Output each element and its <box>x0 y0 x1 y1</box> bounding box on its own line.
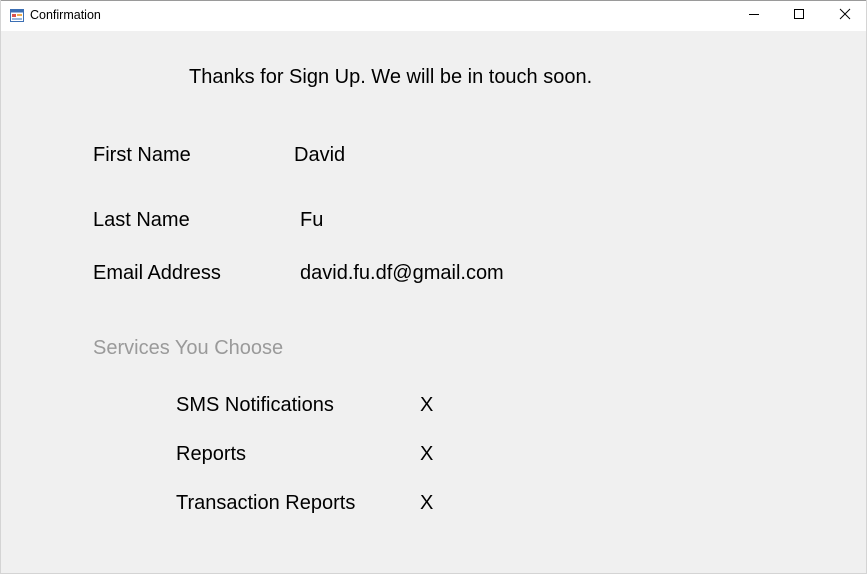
service-mark-reports: X <box>420 443 434 465</box>
window-title: Confirmation <box>30 8 101 22</box>
last-name-label: Last Name <box>93 209 190 231</box>
last-name-value: Fu <box>300 209 324 231</box>
service-mark-sms-notifications: X <box>420 394 434 416</box>
service-label-transaction-reports: Transaction Reports <box>176 492 356 514</box>
close-button[interactable] <box>822 1 867 31</box>
confirmation-heading: Thanks for Sign Up. We will be in touch … <box>189 66 593 88</box>
app-icon <box>10 9 24 22</box>
first-name-value: David <box>294 144 346 166</box>
service-mark-transaction-reports: X <box>420 492 434 514</box>
email-value: david.fu.df@gmail.com <box>300 262 504 284</box>
service-label-reports: Reports <box>176 443 247 465</box>
maximize-icon <box>793 7 805 25</box>
close-icon <box>839 7 851 25</box>
email-label: Email Address <box>93 262 221 284</box>
services-title: Services You Choose <box>93 337 284 359</box>
minimize-button[interactable] <box>731 1 777 31</box>
confirmation-window: Confirmation Thanks for Sign Up. We will… <box>0 0 867 574</box>
service-label-sms-notifications: SMS Notifications <box>176 394 334 416</box>
maximize-button[interactable] <box>776 1 822 31</box>
first-name-label: First Name <box>93 144 191 166</box>
title-bar[interactable]: Confirmation <box>1 0 866 31</box>
minimize-icon <box>748 7 760 25</box>
